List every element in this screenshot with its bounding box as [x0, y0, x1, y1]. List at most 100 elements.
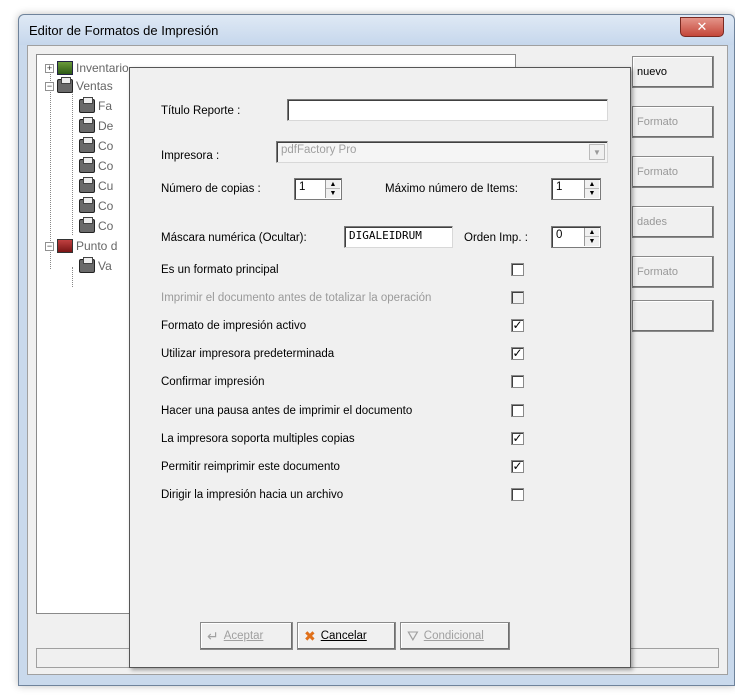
- tree-node-format[interactable]: Co: [79, 137, 113, 155]
- printer-icon: [79, 137, 95, 153]
- chevron-down-icon[interactable]: ▼: [589, 144, 605, 160]
- confirm-print-label: Confirmar impresión: [161, 376, 265, 388]
- window-title: Editor de Formatos de Impresión: [29, 23, 219, 38]
- enter-icon: ↵: [207, 627, 219, 644]
- new-button[interactable]: nuevo: [632, 56, 714, 88]
- tree-connector: [72, 87, 73, 235]
- printer-icon: [79, 197, 95, 213]
- module-icon: [57, 61, 73, 75]
- tree-node-label: Cu: [98, 179, 114, 193]
- cancel-x-icon: ✖: [304, 627, 316, 644]
- main-format-checkbox[interactable]: [511, 263, 524, 276]
- copies-label: Número de copias :: [161, 183, 261, 195]
- cancel-button-label: Cancelar: [320, 630, 367, 642]
- close-button[interactable]: [632, 300, 714, 332]
- collapse-icon[interactable]: −: [45, 81, 54, 91]
- print-before-total-checkbox[interactable]: [511, 291, 524, 304]
- window-titlebar[interactable]: Editor de Formatos de Impresión ✕: [19, 15, 734, 45]
- expand-icon[interactable]: +: [45, 63, 54, 73]
- tree-node-ventas[interactable]: − Ventas: [45, 77, 113, 95]
- format-properties-dialog: Título Reporte : Impresora : pdfFactory …: [129, 67, 631, 668]
- tree-node-format[interactable]: Cu: [79, 177, 113, 195]
- numeric-mask-value: DIGALEIDRUM: [349, 229, 422, 242]
- accept-button[interactable]: ↵ Aceptar: [200, 622, 293, 650]
- printer-icon: [79, 117, 95, 133]
- numeric-mask-input[interactable]: DIGALEIDRUM: [344, 226, 453, 248]
- confirm-print-checkbox[interactable]: [511, 375, 524, 388]
- tree-node-format[interactable]: Va: [79, 257, 112, 275]
- cancel-button[interactable]: ✖ Cancelar: [297, 622, 396, 650]
- copy-format-button[interactable]: Formato: [632, 256, 714, 288]
- tree-connector: [72, 267, 73, 287]
- properties-button[interactable]: dades: [632, 206, 714, 238]
- module-icon: [57, 239, 73, 253]
- arrow-down-icon[interactable]: ▼: [585, 237, 599, 246]
- tree-node-label: Inventario: [76, 61, 129, 75]
- print-before-total-label: Imprimir el documento antes de totalizar…: [161, 292, 432, 304]
- numeric-mask-label: Máscara numérica (Ocultar):: [161, 232, 307, 244]
- printer-label: Impresora :: [161, 150, 220, 162]
- tree-node-label: Co: [98, 139, 114, 153]
- arrow-down-icon[interactable]: ▼: [326, 189, 340, 198]
- printer-select[interactable]: pdfFactory Pro ▼: [276, 141, 608, 163]
- arrow-up-icon[interactable]: ▲: [585, 180, 599, 189]
- multiple-copies-checkbox[interactable]: ✓: [511, 432, 524, 445]
- tree-node-format[interactable]: Co: [79, 197, 113, 215]
- arrow-down-icon[interactable]: ▼: [585, 189, 599, 198]
- printer-icon: [79, 157, 95, 173]
- tree-node-label: Va: [98, 259, 112, 273]
- tree-node-label: De: [98, 119, 114, 133]
- printer-icon: [79, 217, 95, 233]
- tree-node-format[interactable]: De: [79, 117, 113, 135]
- tree-node-label: Fa: [98, 99, 113, 113]
- report-title-label: Título Reporte :: [161, 105, 241, 117]
- print-order-spin-buttons[interactable]: ▲ ▼: [584, 228, 599, 246]
- conditional-button-label: Condicional: [423, 630, 484, 642]
- pause-before-print-checkbox[interactable]: [511, 404, 524, 417]
- filter-icon: ⛛: [407, 627, 419, 644]
- tree-node-format[interactable]: Co: [79, 217, 113, 235]
- tree-node-format[interactable]: Fa: [79, 97, 112, 115]
- multiple-copies-label: La impresora soporta multiples copias: [161, 433, 355, 445]
- arrow-up-icon[interactable]: ▲: [326, 180, 340, 189]
- default-printer-label: Utilizar impresora predeterminada: [161, 348, 335, 360]
- printer-icon: [57, 77, 73, 93]
- printer-select-value: pdfFactory Pro: [281, 144, 357, 156]
- print-order-stepper[interactable]: 0 ▲ ▼: [551, 226, 601, 248]
- conditional-button[interactable]: ⛛ Condicional: [400, 622, 510, 650]
- max-items-stepper[interactable]: 1 ▲ ▼: [551, 178, 601, 200]
- pause-before-print-label: Hacer una pausa antes de imprimir el doc…: [161, 405, 413, 417]
- max-items-value: 1: [556, 181, 563, 193]
- print-order-value: 0: [556, 229, 563, 241]
- format-active-label: Formato de impresión activo: [161, 320, 307, 332]
- copies-value: 1: [299, 181, 306, 193]
- allow-reprint-label: Permitir reimprimir este documento: [161, 461, 340, 473]
- main-format-label: Es un formato principal: [161, 264, 279, 276]
- tree-node-label: Ventas: [76, 79, 113, 93]
- format-active-checkbox[interactable]: ✓: [511, 319, 524, 332]
- allow-reprint-checkbox[interactable]: ✓: [511, 460, 524, 473]
- print-order-label: Orden Imp. :: [464, 232, 528, 244]
- default-printer-checkbox[interactable]: ✓: [511, 347, 524, 360]
- collapse-icon[interactable]: −: [45, 241, 54, 251]
- tree-node-label: Co: [98, 199, 114, 213]
- printer-icon: [79, 257, 95, 273]
- tree-node-label: Co: [98, 159, 114, 173]
- tree-node-format[interactable]: Co: [79, 157, 113, 175]
- print-to-file-checkbox[interactable]: [511, 488, 524, 501]
- delete-format-button[interactable]: Formato: [632, 156, 714, 188]
- tree-node-inventario[interactable]: + Inventario: [45, 59, 129, 77]
- printer-icon: [79, 97, 95, 113]
- report-title-input[interactable]: [287, 99, 608, 121]
- print-to-file-label: Dirigir la impresión hacia un archivo: [161, 489, 344, 501]
- copies-spin-buttons[interactable]: ▲ ▼: [325, 180, 340, 198]
- tree-node-label: Punto d: [76, 239, 118, 253]
- edit-format-button[interactable]: Formato: [632, 106, 714, 138]
- max-items-label: Máximo número de Items:: [385, 183, 518, 195]
- max-items-spin-buttons[interactable]: ▲ ▼: [584, 180, 599, 198]
- close-icon[interactable]: ✕: [680, 17, 724, 37]
- tree-node-punto[interactable]: − Punto d: [45, 237, 117, 255]
- tree-node-label: Co: [98, 219, 114, 233]
- copies-stepper[interactable]: 1 ▲ ▼: [294, 178, 342, 200]
- arrow-up-icon[interactable]: ▲: [585, 228, 599, 237]
